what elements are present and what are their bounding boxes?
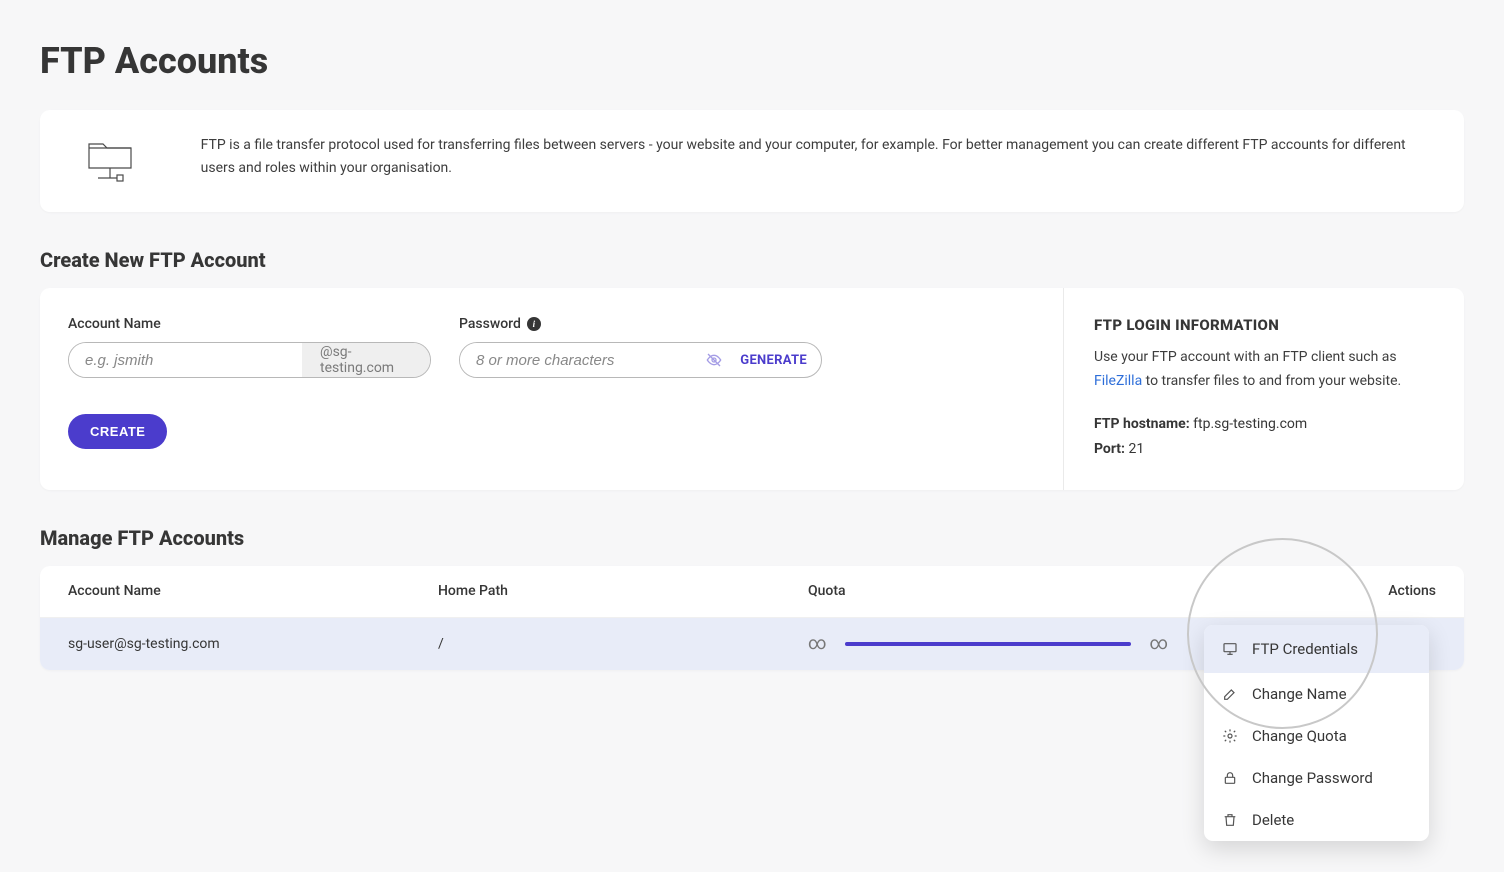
quota-bar xyxy=(845,642,1132,646)
hostname-label: FTP hostname: xyxy=(1094,416,1190,432)
page-title: FTP Accounts xyxy=(40,40,1464,82)
row-account-name: sg-user@sg-testing.com xyxy=(68,636,438,652)
port-label: Port: xyxy=(1094,441,1125,457)
trash-icon xyxy=(1222,812,1238,828)
intro-card: FTP is a file transfer protocol used for… xyxy=(40,110,1464,212)
gear-icon xyxy=(1222,728,1238,744)
password-label: Password i xyxy=(459,316,822,332)
edit-icon xyxy=(1222,686,1238,702)
dropdown-change-quota[interactable]: Change Quota xyxy=(1204,715,1429,757)
port-value: 21 xyxy=(1128,441,1144,457)
dropdown-item-label: Delete xyxy=(1252,811,1294,829)
dropdown-change-password[interactable]: Change Password xyxy=(1204,757,1429,799)
row-home-path: / xyxy=(438,636,808,652)
col-account-name: Account Name xyxy=(68,583,438,599)
domain-suffix: @sg-testing.com xyxy=(302,343,430,377)
password-input[interactable] xyxy=(460,343,706,377)
info-icon[interactable]: i xyxy=(527,317,541,331)
generate-button[interactable]: GENERATE xyxy=(740,353,807,368)
monitor-icon xyxy=(1222,641,1238,657)
quota-right-infinity: ∞ xyxy=(1149,633,1168,654)
col-quota: Quota xyxy=(808,583,1168,599)
ftp-folder-icon xyxy=(68,134,153,188)
quota-left-infinity: ∞ xyxy=(808,633,827,654)
login-info-title: FTP LOGIN INFORMATION xyxy=(1094,316,1434,334)
create-section-title: Create New FTP Account xyxy=(40,248,1464,272)
dropdown-item-label: Change Password xyxy=(1252,769,1373,787)
eye-off-icon[interactable] xyxy=(706,352,722,368)
dropdown-delete[interactable]: Delete xyxy=(1204,799,1429,841)
dropdown-item-label: FTP Credentials xyxy=(1252,640,1358,658)
filezilla-link[interactable]: FileZilla xyxy=(1094,373,1142,389)
dropdown-item-label: Change Quota xyxy=(1252,727,1347,745)
create-card: Account Name @sg-testing.com Password i xyxy=(40,288,1464,490)
row-quota: ∞ ∞ xyxy=(808,633,1168,654)
lock-icon xyxy=(1222,770,1238,786)
col-actions: Actions xyxy=(1168,583,1436,599)
col-home-path: Home Path xyxy=(438,583,808,599)
account-name-input[interactable] xyxy=(69,343,302,377)
actions-dropdown: FTP Credentials Change Name Change Quota… xyxy=(1204,625,1429,841)
dropdown-item-label: Change Name xyxy=(1252,685,1347,703)
login-info-text: Use your FTP account with an FTP client … xyxy=(1094,346,1434,394)
account-name-label: Account Name xyxy=(68,316,431,332)
dropdown-change-name[interactable]: Change Name xyxy=(1204,673,1429,715)
intro-text: FTP is a file transfer protocol used for… xyxy=(201,134,1436,180)
manage-section-title: Manage FTP Accounts xyxy=(40,526,1464,550)
hostname-value: ftp.sg-testing.com xyxy=(1193,416,1307,432)
create-button[interactable]: CREATE xyxy=(68,414,167,449)
dropdown-ftp-credentials[interactable]: FTP Credentials xyxy=(1204,625,1429,673)
